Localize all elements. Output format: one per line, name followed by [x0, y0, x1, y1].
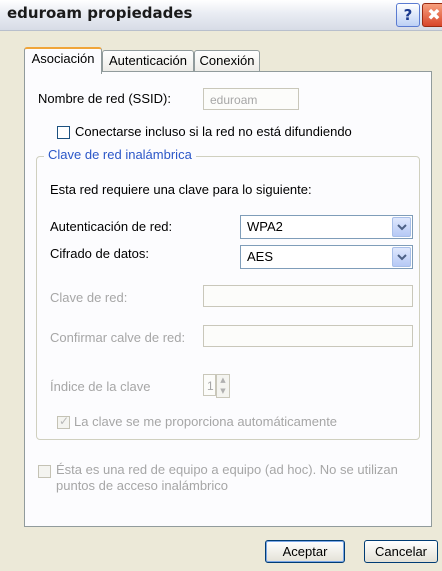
- close-icon[interactable]: ✖: [422, 3, 442, 27]
- window-title: eduroam propiedades: [7, 4, 193, 22]
- broadcast-checkbox-label: Conectarse incluso si la red no está dif…: [75, 124, 352, 139]
- title-bar[interactable]: eduroam propiedades ? ✖: [0, 0, 442, 31]
- ssid-label: Nombre de red (SSID):: [38, 91, 171, 106]
- auth-label: Autenticación de red:: [50, 219, 173, 234]
- ssid-field[interactable]: eduroam: [203, 88, 299, 110]
- key-index-spinner[interactable]: ▲ ▼: [216, 374, 230, 398]
- key-index-field[interactable]: 1: [203, 374, 216, 396]
- adhoc-checkbox[interactable]: [38, 465, 51, 478]
- tab-asociacion[interactable]: Asociación: [24, 47, 102, 74]
- confirm-key-field[interactable]: [203, 325, 413, 347]
- cipher-label: Cifrado de datos:: [50, 246, 150, 261]
- key-intro-text: Esta red requiere una clave para lo sigu…: [50, 182, 312, 197]
- adhoc-label-line2: puntos de acceso inalámbrico: [56, 478, 228, 493]
- broadcast-checkbox[interactable]: [57, 126, 70, 139]
- properties-dialog: eduroam propiedades ? ✖ Asociación Auten…: [0, 0, 442, 571]
- chevron-down-icon[interactable]: [392, 247, 411, 267]
- ok-button[interactable]: Aceptar: [265, 540, 345, 563]
- help-icon[interactable]: ?: [396, 3, 420, 27]
- tab-autenticacion[interactable]: Autenticación: [102, 50, 194, 72]
- cipher-dropdown[interactable]: AES: [240, 245, 413, 269]
- key-index-label: Índice de la clave: [50, 379, 151, 394]
- auto-key-label: La clave se me proporciona automáticamen…: [74, 414, 338, 429]
- wireless-key-legend: Clave de red inalámbrica: [44, 147, 196, 162]
- auth-dropdown[interactable]: WPA2: [240, 215, 413, 239]
- spinner-up-icon[interactable]: ▲: [217, 375, 229, 386]
- cancel-button[interactable]: Cancelar: [364, 540, 438, 563]
- chevron-down-icon[interactable]: [392, 217, 411, 237]
- auto-key-checkbox[interactable]: ✓: [57, 414, 70, 429]
- confirm-key-label: Confirmar calve de red:: [50, 330, 186, 345]
- spinner-down-icon[interactable]: ▼: [217, 386, 229, 397]
- network-key-field[interactable]: [203, 285, 413, 307]
- auth-dropdown-value: WPA2: [247, 219, 283, 234]
- tab-conexion[interactable]: Conexión: [194, 50, 260, 72]
- checkmark-icon: ✓: [59, 414, 70, 428]
- adhoc-label-line1: Ésta es una red de equipo a equipo (ad h…: [56, 462, 398, 477]
- cipher-dropdown-value: AES: [247, 249, 274, 264]
- network-key-label: Clave de red:: [50, 290, 128, 305]
